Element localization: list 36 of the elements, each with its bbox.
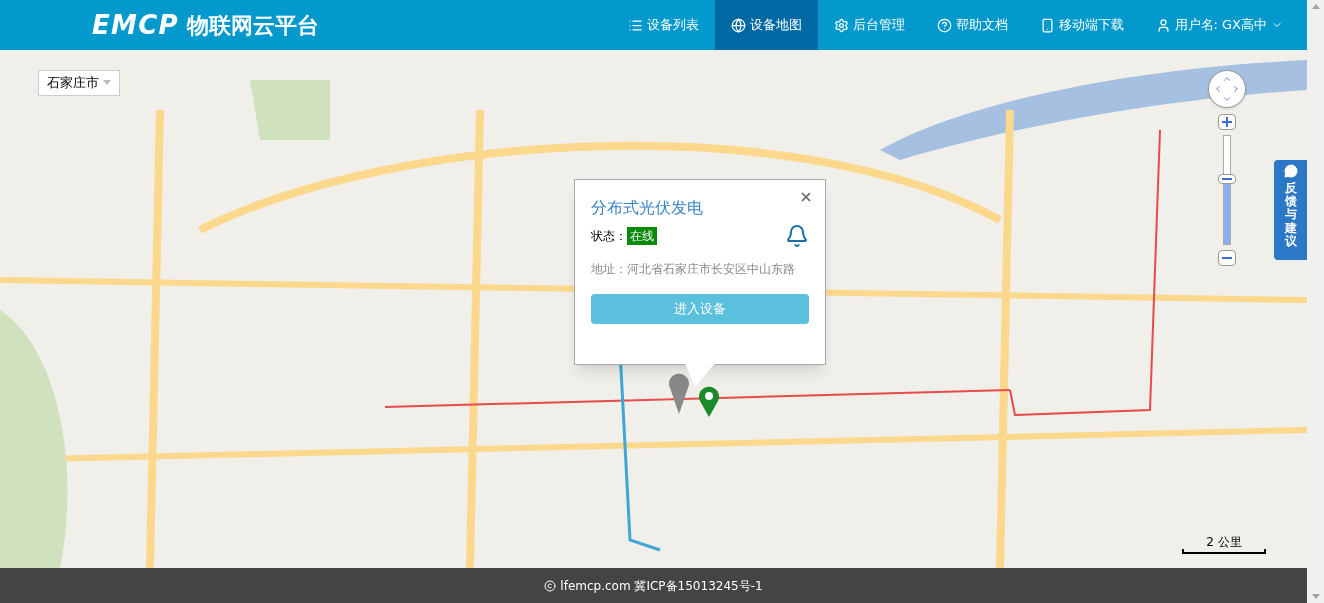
scroll-up-icon bbox=[1311, 4, 1320, 9]
nav-item[interactable]: 帮助文档 bbox=[920, 0, 1024, 50]
feedback-button[interactable]: 反馈与建议 bbox=[1274, 160, 1307, 260]
map-pin-icon bbox=[698, 385, 720, 417]
speech-bubble-icon bbox=[1283, 164, 1298, 178]
scroll-down-icon bbox=[1311, 594, 1320, 599]
list-icon bbox=[627, 17, 643, 33]
phone-icon bbox=[1039, 17, 1055, 33]
user-icon bbox=[1155, 17, 1171, 33]
scale-label: 2 公里 bbox=[1206, 535, 1242, 549]
address-text: 地址：河北省石家庄市长安区中山东路 bbox=[591, 261, 796, 278]
close-icon[interactable] bbox=[799, 190, 813, 204]
city-selector[interactable]: 石家庄市 bbox=[38, 70, 120, 96]
nav-item[interactable]: 移动端下载 bbox=[1023, 0, 1140, 50]
logo-title: 物联网云平台 bbox=[187, 11, 319, 40]
globe-icon bbox=[730, 17, 746, 33]
popup-title: 分布式光伏发电 bbox=[591, 197, 704, 219]
status-label: 状态： bbox=[591, 228, 627, 245]
gears-icon bbox=[833, 17, 849, 33]
help-icon bbox=[936, 17, 952, 33]
bell-icon[interactable] bbox=[785, 224, 809, 248]
zoom-slider-thumb[interactable] bbox=[1218, 174, 1236, 184]
copyright-icon bbox=[544, 579, 557, 592]
nav-item[interactable]: 后台管理 bbox=[817, 0, 921, 50]
map-pin-icon bbox=[668, 372, 690, 414]
footer-text: lfemcp.com 冀ICP备15013245号-1 bbox=[560, 577, 763, 595]
dropdown-caret-icon bbox=[103, 80, 111, 86]
enter-device-button[interactable]: 进入设备 bbox=[591, 294, 809, 324]
logo-text: EMCP bbox=[92, 8, 179, 42]
zoom-out-button[interactable] bbox=[1218, 250, 1236, 266]
nav-item[interactable]: 设备地图 bbox=[714, 0, 818, 50]
status-badge: 在线 bbox=[627, 227, 657, 245]
nav-item[interactable]: 设备列表 bbox=[611, 0, 715, 50]
plus-icon bbox=[1222, 117, 1232, 127]
nav-item[interactable]: 用户名: GX高中 bbox=[1139, 0, 1299, 50]
zoom-in-button[interactable] bbox=[1218, 114, 1236, 130]
